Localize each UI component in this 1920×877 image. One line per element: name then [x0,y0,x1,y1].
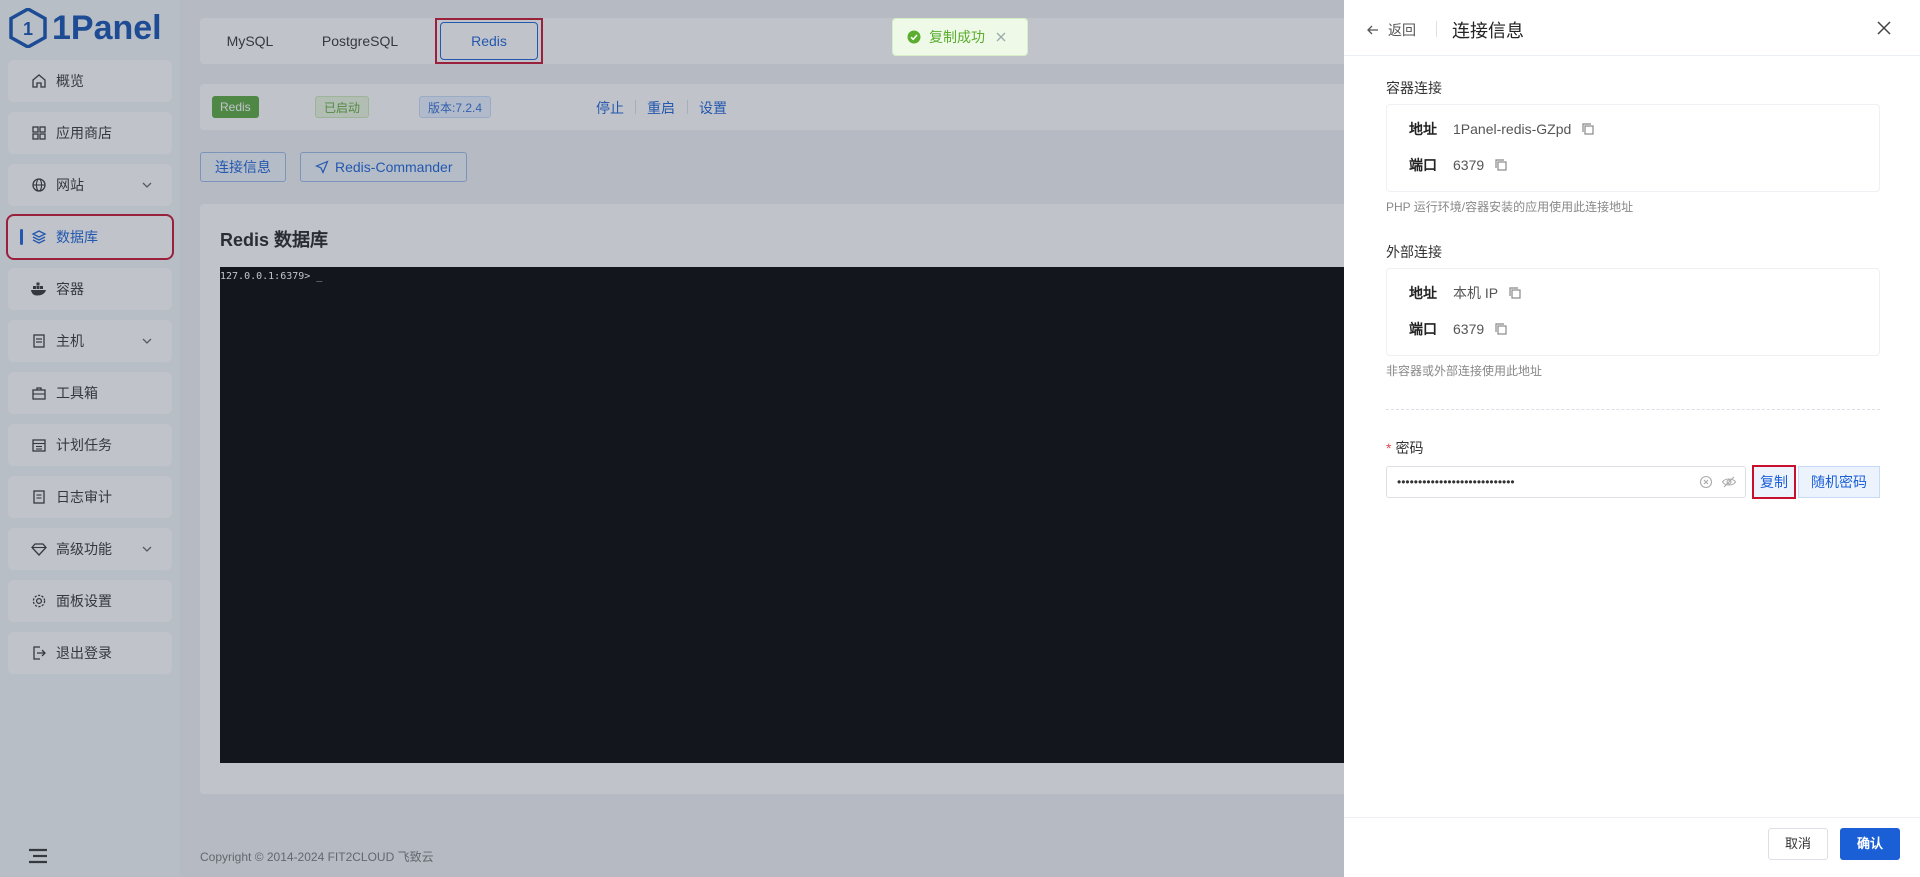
confirm-button[interactable]: 确认 [1840,828,1900,860]
drawer-footer: 取消 确认 [1344,817,1920,877]
external-address-row: 地址 本机 IP [1409,283,1522,303]
container-address-row: 地址 1Panel-redis-GZpd [1409,119,1595,139]
divider [1386,409,1880,410]
container-connection-label: 容器连接 [1386,80,1442,96]
password-label: * 密码 [1386,438,1423,458]
toast-message: 复制成功 [929,29,985,45]
copy-icon[interactable] [1494,322,1508,336]
back-button[interactable]: 返回 [1366,20,1416,40]
copy-icon[interactable] [1581,122,1595,136]
random-password-button[interactable]: 随机密码 [1798,466,1880,498]
container-port-row: 端口 6379 [1409,155,1508,175]
container-connection-box: 地址 1Panel-redis-GZpd 端口 6379 [1386,104,1880,192]
success-icon [907,30,921,44]
close-icon[interactable] [1876,20,1892,36]
port-key: 端口 [1409,157,1437,173]
port-key: 端口 [1409,321,1437,337]
external-connection-hint: 非容器或外部连接使用此地址 [1386,364,1543,378]
required-mark: * [1386,440,1392,456]
address-value: 1Panel-redis-GZpd [1453,121,1572,137]
address-value: 本机 IP [1453,285,1499,301]
address-key: 地址 [1409,121,1437,137]
container-connection-hint: PHP 运行环境/容器安装的应用使用此连接地址 [1386,200,1634,214]
external-connection-label: 外部连接 [1386,244,1442,260]
eye-hide-icon[interactable] [1721,475,1737,489]
success-toast: 复制成功 [892,18,1028,56]
drawer-title: 连接信息 [1452,21,1524,41]
copy-icon[interactable] [1494,158,1508,172]
copy-password-button[interactable]: 复制 [1752,465,1796,499]
divider [1436,21,1437,37]
clear-icon[interactable] [1699,475,1713,489]
external-port-row: 端口 6379 [1409,319,1508,339]
modal-overlay[interactable] [0,0,1344,877]
copy-icon[interactable] [1508,286,1522,300]
arrow-left-icon [1367,25,1378,35]
port-value: 6379 [1453,157,1485,173]
password-label-text: 密码 [1395,440,1424,456]
back-label: 返回 [1388,22,1416,38]
drawer-header: 返回 连接信息 [1344,0,1920,56]
password-input[interactable]: •••••••••••••••••••••••••••• [1386,466,1746,498]
port-value: 6379 [1453,321,1485,337]
external-connection-box: 地址 本机 IP 端口 6379 [1386,268,1880,356]
password-value: •••••••••••••••••••••••••••• [1397,475,1515,489]
address-key: 地址 [1409,285,1437,301]
connection-info-drawer: 返回 连接信息 容器连接 地址 1Panel-redis-GZpd 端口 637… [1344,0,1920,877]
cancel-button[interactable]: 取消 [1768,828,1828,860]
close-icon[interactable] [995,31,1007,43]
